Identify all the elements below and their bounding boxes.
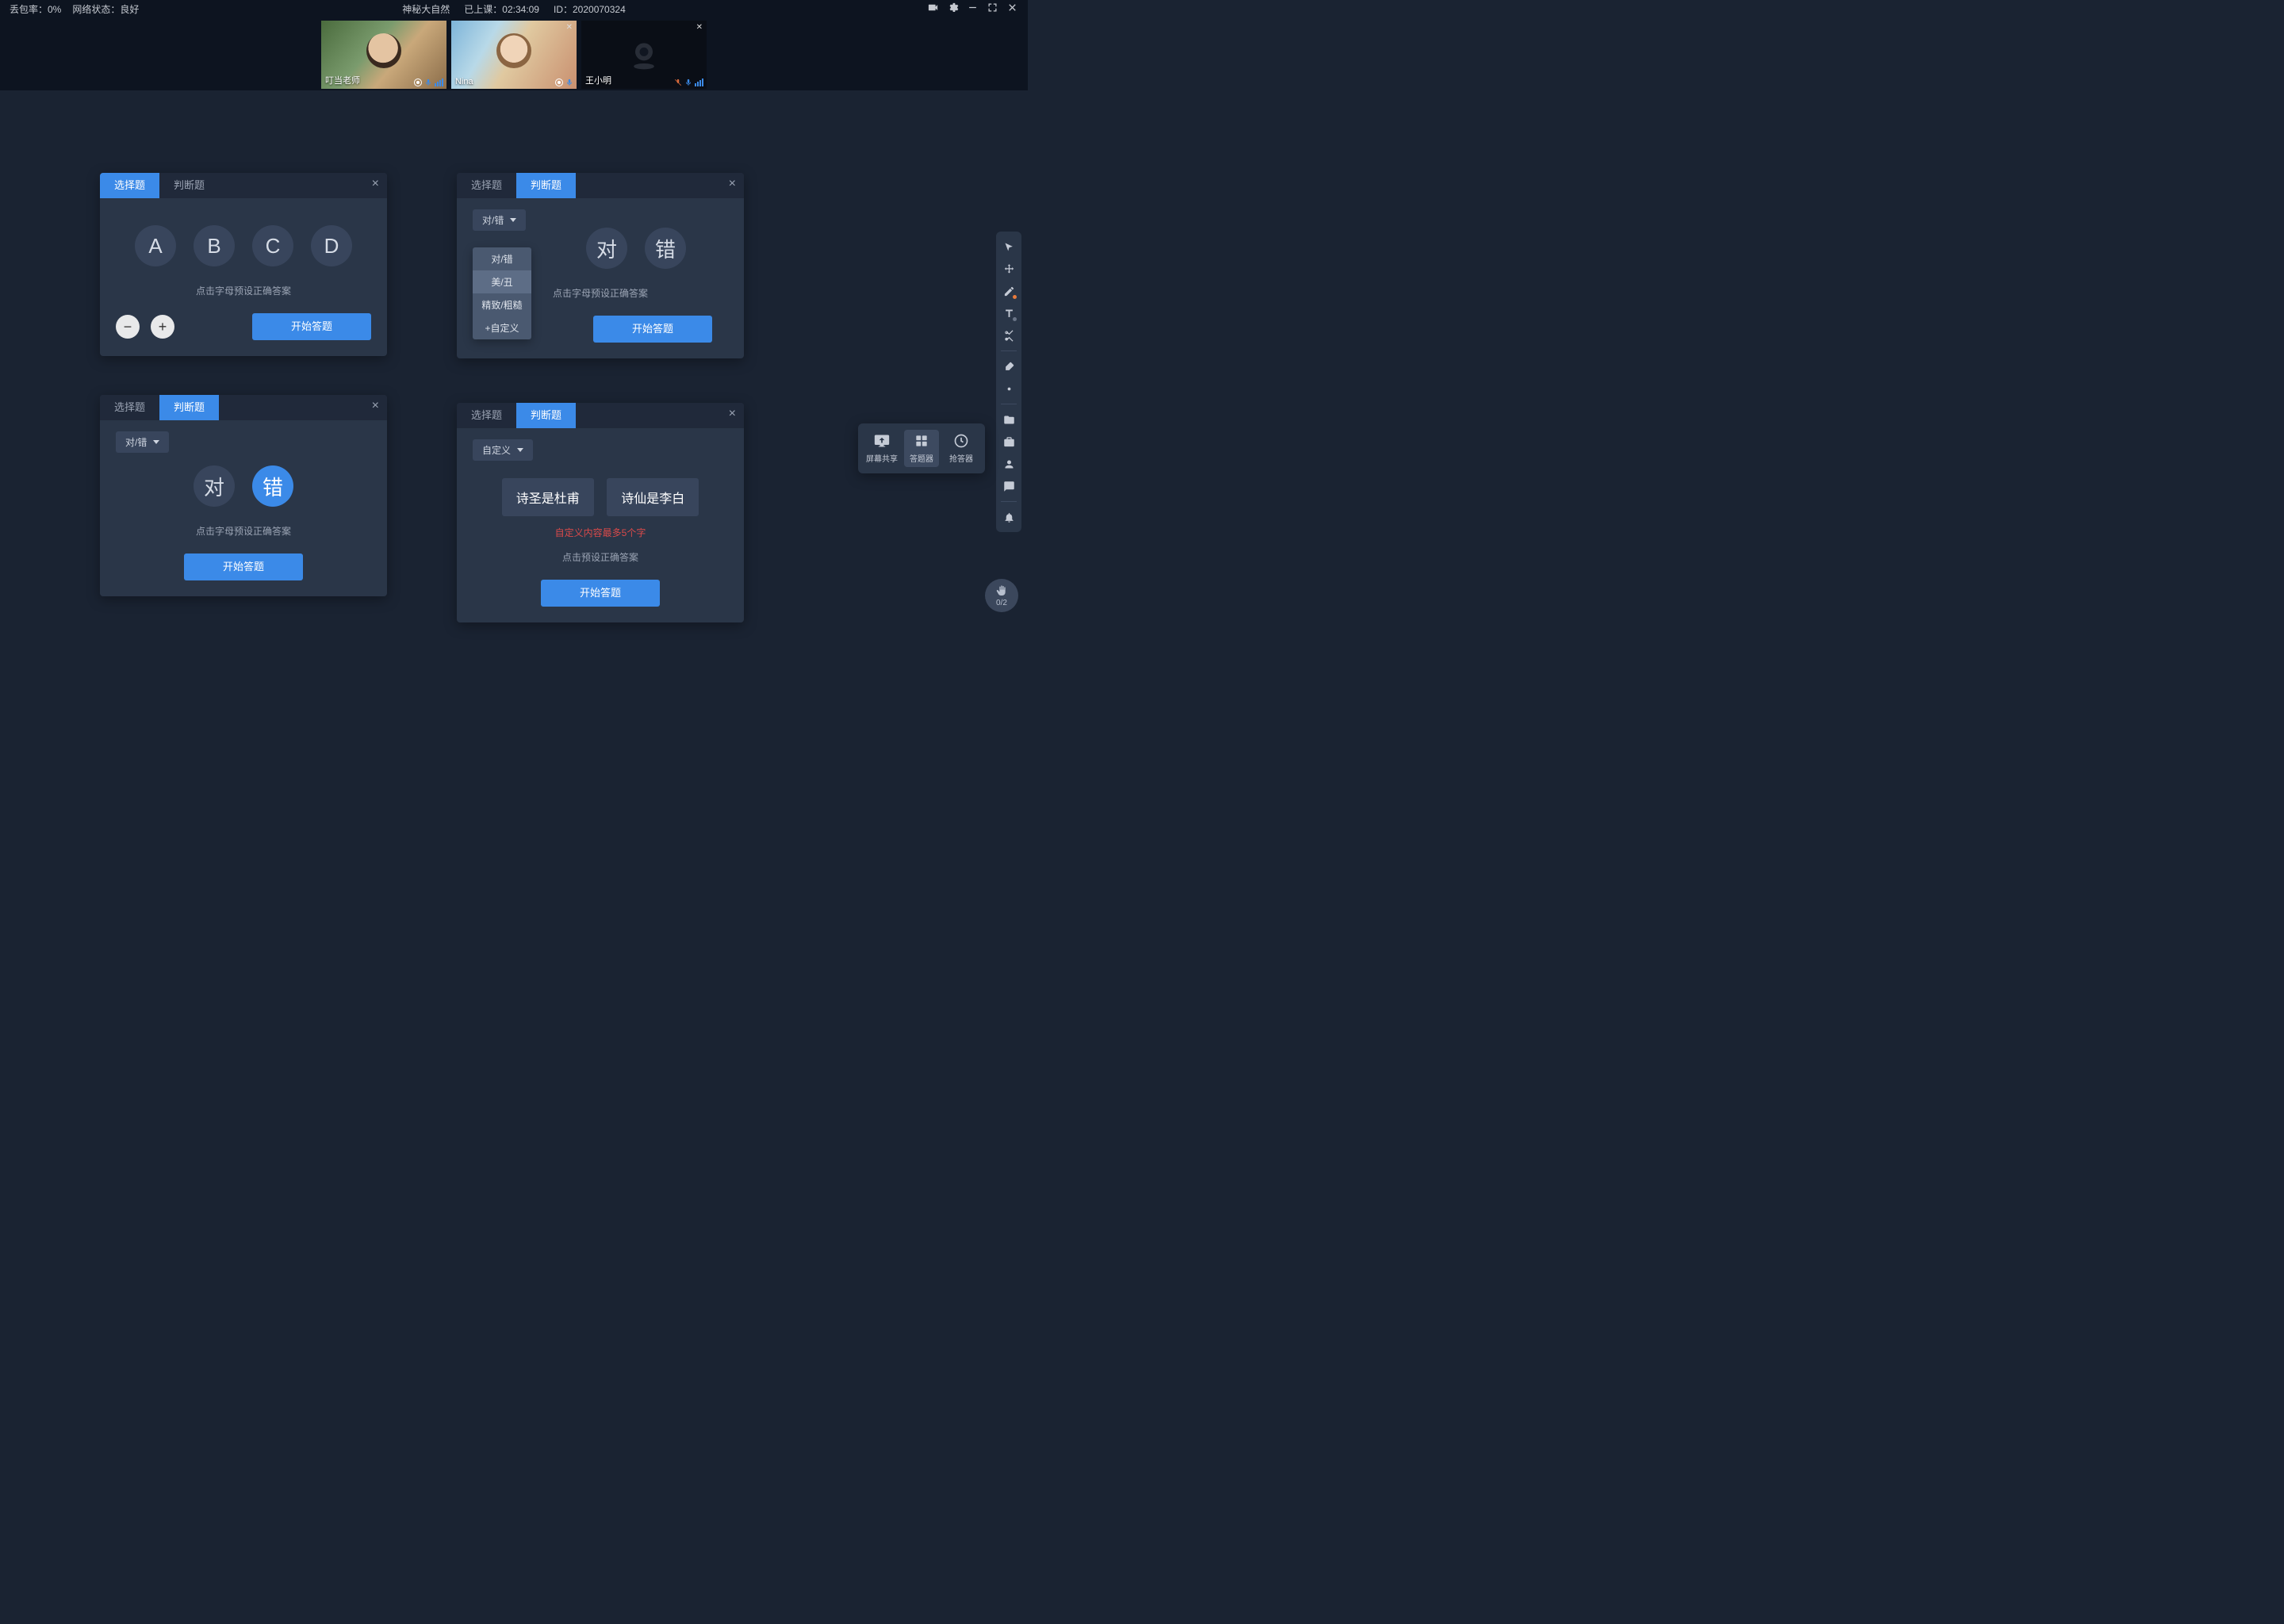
teaching-tools: 屏幕共享 答题器 抢答器 bbox=[858, 423, 985, 473]
close-icon[interactable]: × bbox=[729, 408, 736, 420]
option-c[interactable]: C bbox=[252, 225, 293, 266]
video-strip: 叮当老师 ✕ Nina ✕ 王小明 bbox=[0, 17, 1028, 90]
option-true[interactable]: 对 bbox=[586, 228, 627, 269]
participant-name: 王小明 bbox=[585, 74, 611, 86]
camera-toggle-icon[interactable] bbox=[927, 2, 939, 16]
chat-tool-icon[interactable] bbox=[998, 476, 1019, 496]
quiz-panel-judge-selected: 选择题 判断题 × 对/错 对 错 点击字母预设正确答案 开始答题 bbox=[100, 395, 387, 596]
hand-icon bbox=[995, 584, 1008, 597]
hint-text: 点击字母预设正确答案 bbox=[116, 524, 371, 538]
hint-text: 点击字母预设正确答案 bbox=[116, 284, 371, 297]
option-false[interactable]: 错 bbox=[252, 465, 293, 507]
start-button[interactable]: 开始答题 bbox=[593, 316, 712, 343]
close-icon[interactable] bbox=[1006, 2, 1018, 16]
close-icon[interactable]: × bbox=[372, 178, 379, 190]
close-icon[interactable]: × bbox=[729, 178, 736, 190]
video-tile[interactable]: ✕ 王小明 bbox=[581, 21, 707, 89]
top-bar: 丢包率：0% 网络状态：良好 神秘大自然 已上课：02:34:09 ID：202… bbox=[0, 0, 1028, 17]
quiz-panel-custom: 选择题 判断题 × 自定义 诗圣是杜甫 诗仙是李白 自定义内容最多5个字 点击预… bbox=[457, 403, 744, 622]
answer-device-button[interactable]: 答题器 bbox=[904, 430, 939, 467]
camera-off-icon bbox=[627, 37, 661, 72]
buzz-device-button[interactable]: 抢答器 bbox=[944, 430, 979, 467]
text-tool-icon[interactable] bbox=[998, 303, 1019, 324]
judge-type-dropdown[interactable]: 自定义 bbox=[473, 439, 533, 461]
dropdown-item[interactable]: 美/丑 bbox=[473, 270, 531, 293]
option-a[interactable]: A bbox=[135, 225, 176, 266]
tab-judge[interactable]: 判断题 bbox=[159, 395, 219, 420]
packet-loss-label: 丢包率：0% bbox=[10, 2, 61, 16]
participant-name: Nina bbox=[455, 77, 473, 86]
error-text: 自定义内容最多5个字 bbox=[473, 526, 728, 539]
folder-tool-icon[interactable] bbox=[998, 409, 1019, 430]
cursor-tool-icon[interactable] bbox=[998, 236, 1019, 257]
mic-muted-icon bbox=[674, 79, 682, 86]
tile-close-icon[interactable]: ✕ bbox=[566, 23, 573, 32]
tile-close-icon[interactable]: ✕ bbox=[696, 23, 703, 32]
screen-share-button[interactable]: 屏幕共享 bbox=[864, 430, 899, 467]
minimize-icon[interactable] bbox=[967, 2, 979, 16]
signal-icon bbox=[695, 79, 703, 86]
option-true[interactable]: 对 bbox=[194, 465, 235, 507]
pen-tool-icon[interactable] bbox=[998, 281, 1019, 301]
signal-icon bbox=[435, 79, 443, 86]
decrease-button[interactable]: − bbox=[116, 315, 140, 339]
person-tool-icon[interactable] bbox=[998, 454, 1019, 474]
settings-icon[interactable] bbox=[947, 2, 959, 16]
chevron-down-icon bbox=[517, 448, 523, 452]
start-button[interactable]: 开始答题 bbox=[184, 553, 303, 580]
tab-judge[interactable]: 判断题 bbox=[159, 173, 219, 198]
elapsed-time: 已上课：02:34:09 bbox=[464, 2, 539, 16]
tab-choice[interactable]: 选择题 bbox=[100, 173, 159, 198]
judge-type-dropdown[interactable]: 对/错 bbox=[116, 431, 169, 453]
custom-option-chip[interactable]: 诗仙是李白 bbox=[607, 478, 699, 516]
dropdown-item-custom[interactable]: +自定义 bbox=[473, 316, 531, 339]
option-d[interactable]: D bbox=[311, 225, 352, 266]
mic-icon bbox=[424, 79, 432, 86]
session-id: ID：2020070324 bbox=[554, 2, 626, 16]
raise-hand-button[interactable]: 0/2 bbox=[985, 579, 1018, 612]
quiz-panel-choice: 选择题 判断题 × A B C D 点击字母预设正确答案 − + 开始答题 bbox=[100, 173, 387, 356]
dot-tool-icon[interactable] bbox=[998, 378, 1019, 399]
record-icon bbox=[414, 79, 422, 86]
scissors-tool-icon[interactable] bbox=[998, 325, 1019, 346]
chevron-down-icon bbox=[510, 218, 516, 222]
tab-choice[interactable]: 选择题 bbox=[457, 403, 516, 428]
start-button[interactable]: 开始答题 bbox=[252, 313, 371, 340]
hand-count: 0/2 bbox=[996, 599, 1007, 607]
video-tile[interactable]: 叮当老师 bbox=[321, 21, 446, 89]
chevron-down-icon bbox=[153, 440, 159, 444]
participant-name: 叮当老师 bbox=[325, 74, 360, 86]
network-status-label: 网络状态：良好 bbox=[72, 2, 139, 16]
tab-judge[interactable]: 判断题 bbox=[516, 173, 576, 198]
hint-text: 点击预设正确答案 bbox=[473, 550, 728, 564]
tab-judge[interactable]: 判断题 bbox=[516, 403, 576, 428]
record-icon bbox=[555, 79, 563, 86]
judge-type-dropdown[interactable]: 对/错 bbox=[473, 209, 526, 231]
video-tile[interactable]: ✕ Nina bbox=[451, 21, 577, 89]
toolbox-tool-icon[interactable] bbox=[998, 431, 1019, 452]
dropdown-item[interactable]: 精致/粗糙 bbox=[473, 293, 531, 316]
increase-button[interactable]: + bbox=[151, 315, 174, 339]
option-b[interactable]: B bbox=[194, 225, 235, 266]
mic-icon bbox=[565, 79, 573, 86]
right-toolbar bbox=[996, 232, 1021, 532]
mic-icon bbox=[684, 79, 692, 86]
start-button[interactable]: 开始答题 bbox=[541, 580, 660, 607]
tab-choice[interactable]: 选择题 bbox=[457, 173, 516, 198]
fullscreen-icon[interactable] bbox=[987, 2, 998, 16]
tab-choice[interactable]: 选择题 bbox=[100, 395, 159, 420]
dropdown-menu: 对/错 美/丑 精致/粗糙 +自定义 bbox=[473, 247, 531, 339]
bell-tool-icon[interactable] bbox=[998, 507, 1019, 527]
course-title: 神秘大自然 bbox=[402, 2, 450, 16]
quiz-panel-judge-dropdown: 选择题 判断题 × 对/错 对/错 美/丑 精致/粗糙 +自定义 对 错 点击字… bbox=[457, 173, 744, 358]
move-tool-icon[interactable] bbox=[998, 259, 1019, 279]
custom-option-chip[interactable]: 诗圣是杜甫 bbox=[502, 478, 594, 516]
option-false[interactable]: 错 bbox=[645, 228, 686, 269]
close-icon[interactable]: × bbox=[372, 400, 379, 412]
dropdown-item[interactable]: 对/错 bbox=[473, 247, 531, 270]
eraser-tool-icon[interactable] bbox=[998, 356, 1019, 377]
